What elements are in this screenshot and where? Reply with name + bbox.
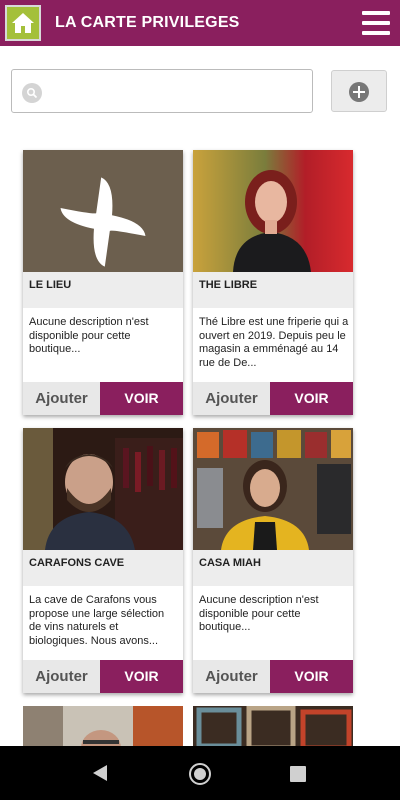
- recent-square-icon[interactable]: [290, 766, 306, 782]
- shop-description: La cave de Carafons vous propose une lar…: [29, 594, 165, 647]
- shop-name: CASA MIAH: [199, 557, 261, 569]
- app-title: LA CARTE PRIVILEGES: [55, 14, 240, 31]
- shop-photo: [23, 428, 183, 550]
- shop-name: LE LIEU: [29, 279, 72, 291]
- search-icon: [22, 83, 42, 103]
- shop-card[interactable]: CASA MIAH Aucune description n'est dispo…: [193, 428, 353, 693]
- search-input[interactable]: [50, 78, 305, 106]
- view-button[interactable]: VOIR: [270, 382, 353, 415]
- add-favorite-button[interactable]: Ajouter: [23, 382, 100, 415]
- add-favorite-button[interactable]: Ajouter: [23, 660, 100, 693]
- shop-card-partial[interactable]: [23, 706, 183, 750]
- shop-logo-image: [23, 150, 183, 272]
- shop-card[interactable]: THE LIBRE Thé Libre est une friperie qui…: [193, 150, 353, 415]
- back-triangle-icon[interactable]: [92, 764, 108, 782]
- shop-image[interactable]: [193, 428, 353, 550]
- shop-image[interactable]: [23, 150, 183, 272]
- shop-name: THE LIBRE: [199, 279, 258, 291]
- view-button[interactable]: VOIR: [100, 660, 183, 693]
- shop-description: Thé Libre est une friperie qui a ouvert …: [199, 316, 349, 369]
- plus-circle-icon: [349, 82, 369, 102]
- add-button[interactable]: [331, 70, 387, 112]
- shop-name: CARAFONS CAVE: [29, 557, 125, 569]
- shop-name-bar: LE LIEU: [23, 272, 183, 308]
- shop-name-bar: CASA MIAH: [193, 550, 353, 586]
- shop-image[interactable]: [23, 428, 183, 550]
- search-box[interactable]: [11, 69, 313, 113]
- home-icon: [12, 13, 34, 33]
- shop-photo: [193, 150, 353, 272]
- shop-name-bar: THE LIBRE: [193, 272, 353, 308]
- hamburger-menu-icon[interactable]: [362, 11, 390, 35]
- add-favorite-button[interactable]: Ajouter: [193, 382, 270, 415]
- view-button[interactable]: VOIR: [100, 382, 183, 415]
- shop-card[interactable]: LE LIEU Aucune description n'est disponi…: [23, 150, 183, 415]
- view-button[interactable]: VOIR: [270, 660, 353, 693]
- home-button[interactable]: [5, 5, 41, 41]
- home-circle-icon[interactable]: [189, 763, 211, 785]
- shop-image[interactable]: [193, 150, 353, 272]
- app-header: LA CARTE PRIVILEGES: [0, 0, 400, 46]
- shop-name-bar: CARAFONS CAVE: [23, 550, 183, 586]
- shop-card[interactable]: CARAFONS CAVE La cave de Carafons vous p…: [23, 428, 183, 693]
- shop-photo: [193, 428, 353, 550]
- shop-card-partial[interactable]: [193, 706, 353, 750]
- shop-photo: [193, 706, 353, 750]
- shop-description: Aucune description n'est disponible pour…: [199, 594, 319, 633]
- shop-description: Aucune description n'est disponible pour…: [29, 316, 149, 355]
- add-favorite-button[interactable]: Ajouter: [193, 660, 270, 693]
- shop-photo: [23, 706, 183, 750]
